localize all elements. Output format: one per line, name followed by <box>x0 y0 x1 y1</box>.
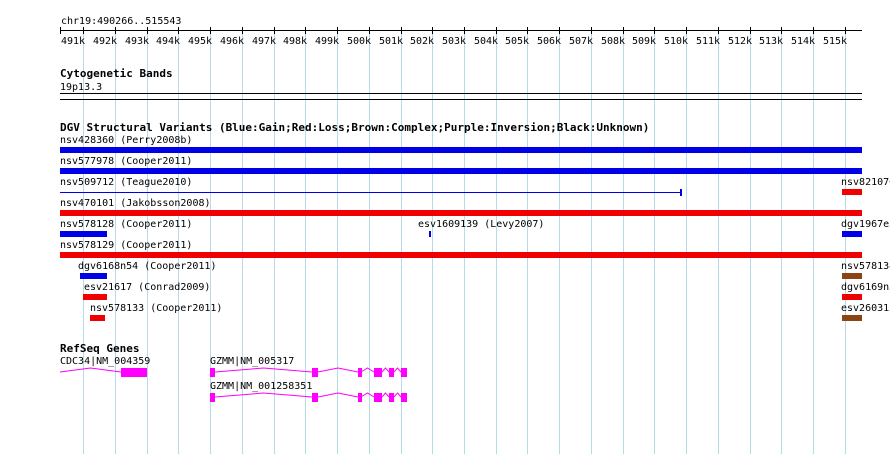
gene-intron[interactable] <box>317 392 359 398</box>
gene-intron[interactable] <box>381 392 390 398</box>
genome-browser-view: chr19:490266..515543 491k 492k 493k 494k 495… <box>0 0 890 454</box>
gene-label: GZMM|NM_001258351 <box>210 381 313 392</box>
gene-exon[interactable] <box>312 368 318 377</box>
gene-exon[interactable] <box>389 393 394 402</box>
gene-intron[interactable] <box>360 367 375 373</box>
gene-exon[interactable] <box>358 393 362 402</box>
refseq-gene-svg <box>59 367 407 402</box>
gene-intron[interactable] <box>360 392 375 398</box>
gene-intron[interactable] <box>393 367 402 373</box>
gene-exon[interactable] <box>210 393 215 402</box>
gene-exon[interactable] <box>210 368 215 377</box>
gene-intron[interactable] <box>214 392 313 398</box>
gene-label: GZMM|NM_005317 <box>210 356 295 367</box>
gene-intron[interactable] <box>59 367 122 373</box>
gene-exon[interactable] <box>374 368 382 377</box>
gene-exon[interactable] <box>389 368 394 377</box>
gene-intron[interactable] <box>214 367 313 373</box>
gene-intron[interactable] <box>393 392 402 398</box>
gene-exon[interactable] <box>401 393 407 402</box>
gene-exon[interactable] <box>312 393 318 402</box>
gene-label: CDC34|NM_004359 <box>60 356 151 367</box>
gene-intron[interactable] <box>317 367 359 373</box>
gene-exon[interactable] <box>401 368 407 377</box>
gene-intron[interactable] <box>381 367 390 373</box>
gene-exon[interactable] <box>121 368 147 377</box>
gene-exon[interactable] <box>358 368 362 377</box>
gene-exon[interactable] <box>374 393 382 402</box>
